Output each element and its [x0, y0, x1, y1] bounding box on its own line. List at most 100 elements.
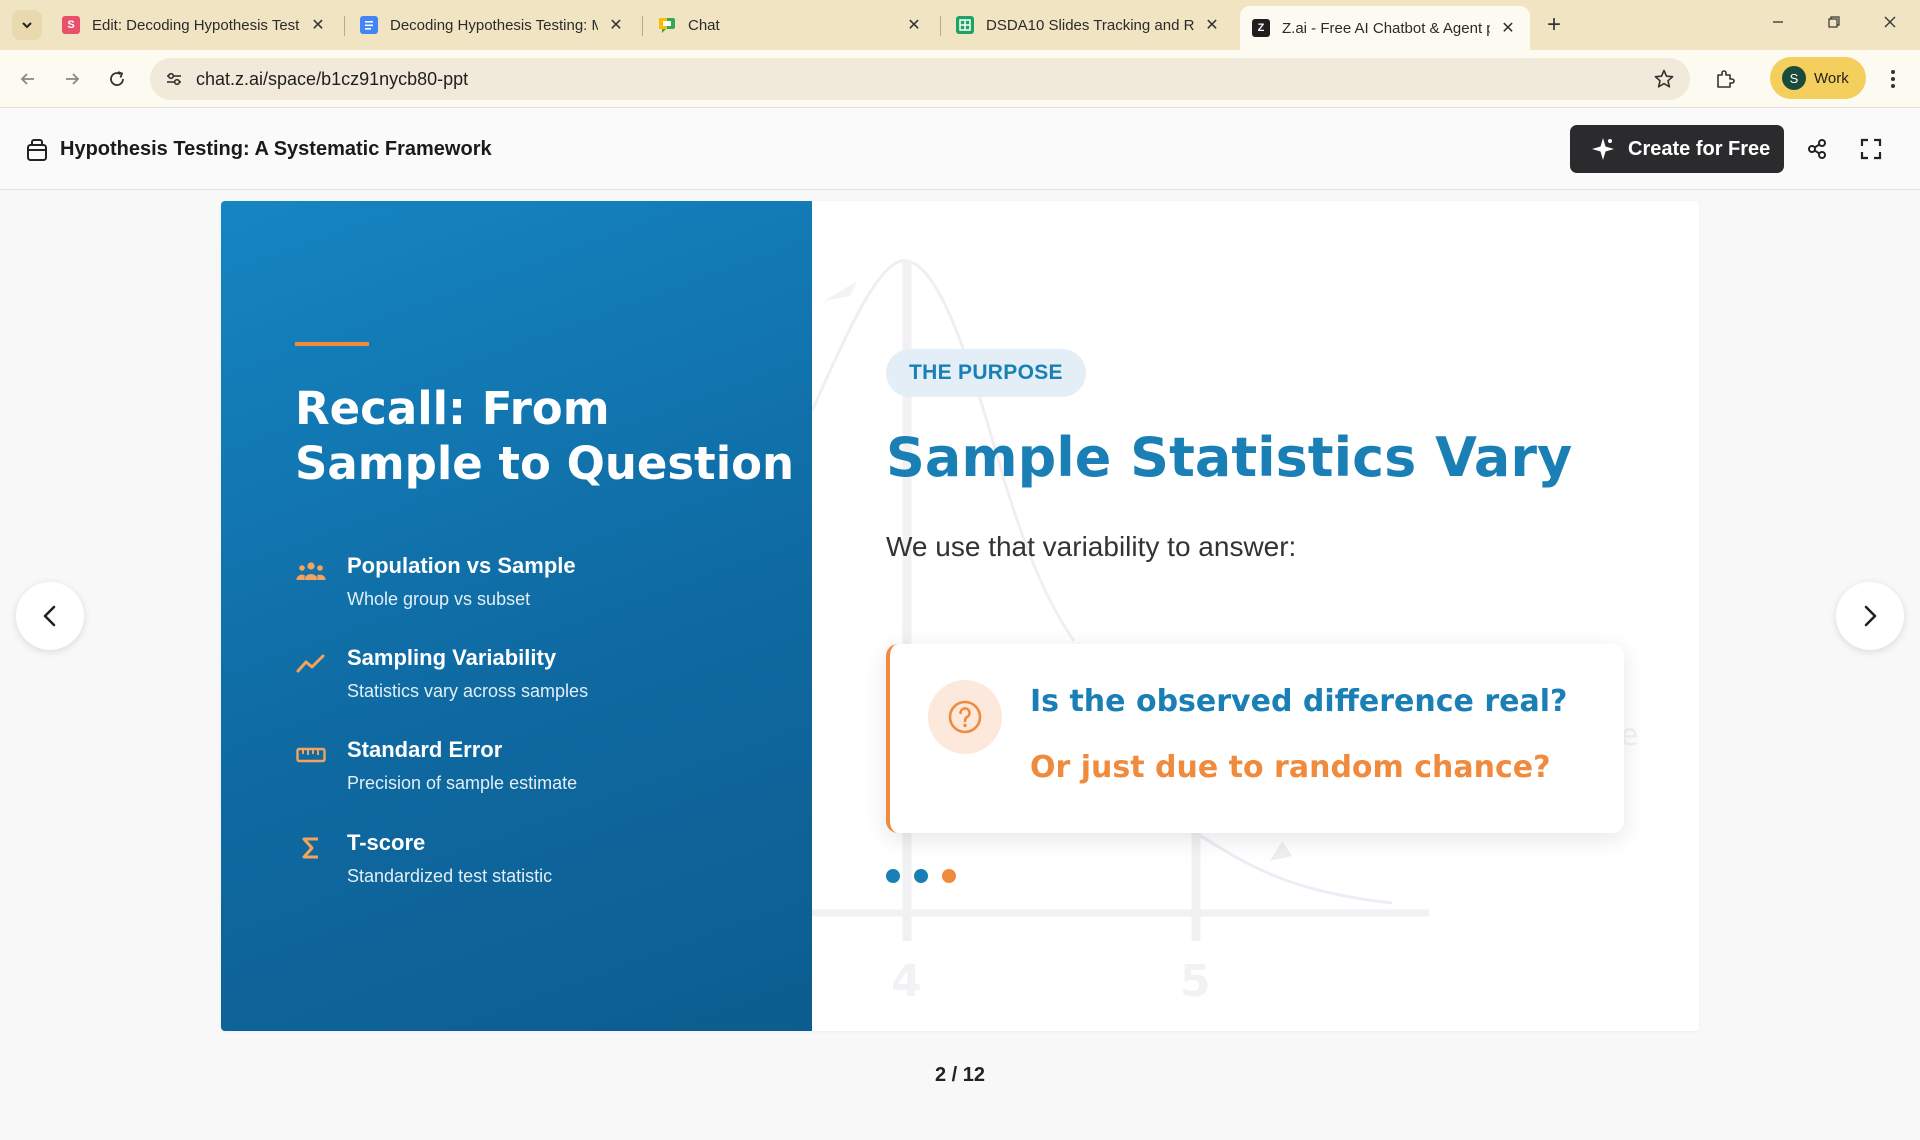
chevron-left-icon [43, 605, 56, 627]
tab-search-button[interactable] [12, 10, 42, 40]
fullscreen-button[interactable] [1856, 134, 1886, 164]
slide-heading: Sample Statistics Vary [886, 426, 1573, 489]
background-distribution-illustration: 4 5 e [812, 259, 1638, 1007]
sparkle-icon [1592, 138, 1614, 160]
tab-title: Chat [688, 16, 720, 34]
profile-chip[interactable]: S Work [1770, 57, 1866, 99]
feature-name: T-score [347, 830, 426, 855]
browser-tabstrip: S Edit: Decoding Hypothesis Testi ✕ Deco… [0, 0, 1920, 50]
feature-name: Sampling Variability [347, 645, 557, 670]
google-chat-icon [658, 16, 676, 34]
bg-axis-label: 5 [1180, 956, 1211, 1007]
feature-name: Population vs Sample [347, 553, 576, 578]
trend-line-icon [295, 649, 327, 677]
left-panel-title: Recall: From Sample to Question [295, 382, 795, 490]
browser-toolbar: chat.z.ai/space/b1cz91nycb80-ppt S Work [0, 50, 1920, 108]
arrow-right-icon [66, 73, 80, 85]
slide-left-panel: Recall: From Sample to Question Populati… [221, 201, 812, 1031]
create-for-free-button[interactable]: Create for Free [1570, 125, 1784, 173]
browser-menu-button[interactable] [1878, 64, 1908, 94]
slide-canvas: Recall: From Sample to Question Populati… [221, 201, 1699, 1031]
feature-item: T-score Standardized test statistic [295, 830, 775, 900]
extensions-button[interactable] [1710, 64, 1740, 94]
close-icon[interactable]: ✕ [606, 15, 626, 35]
new-tab-button[interactable]: + [1540, 12, 1568, 40]
more-vertical-icon [1891, 70, 1895, 88]
close-icon[interactable]: ✕ [1498, 18, 1518, 38]
close-icon [1884, 16, 1896, 28]
dot [914, 869, 928, 883]
docs-icon [360, 16, 378, 34]
tab-edit-slides[interactable]: S Edit: Decoding Hypothesis Testi ✕ [50, 6, 340, 44]
tab-google-doc[interactable]: Decoding Hypothesis Testing: M ✕ [348, 6, 638, 44]
bg-axis-label: 4 [891, 956, 922, 1007]
close-icon[interactable]: ✕ [308, 15, 328, 35]
sigma-icon [295, 834, 327, 862]
ruler-icon [295, 741, 327, 769]
briefcase-icon [27, 139, 47, 161]
section-tag: THE PURPOSE [886, 349, 1086, 397]
minimize-icon [1773, 21, 1783, 23]
next-slide-button[interactable] [1836, 582, 1904, 650]
close-icon[interactable]: ✕ [904, 15, 924, 35]
address-bar[interactable]: chat.z.ai/space/b1cz91nycb80-ppt [150, 58, 1690, 100]
people-icon [295, 557, 327, 585]
question-secondary: Or just due to random chance? [1030, 750, 1551, 785]
tab-separator [344, 16, 345, 36]
slide-right-panel: 4 5 e THE PURPOSE Sample Statistics Vary… [812, 201, 1699, 1031]
tab-title: Z.ai - Free AI Chatbot & Agent p [1282, 19, 1490, 37]
feature-item: Sampling Variability Statistics vary acr… [295, 645, 775, 715]
restore-icon [1828, 16, 1840, 28]
tab-separator [940, 16, 941, 36]
accent-divider [295, 342, 369, 346]
feature-item: Population vs Sample Whole group vs subs… [295, 553, 775, 623]
feature-item: Standard Error Precision of sample estim… [295, 737, 775, 807]
dot [886, 869, 900, 883]
feature-description: Standardized test statistic [347, 866, 553, 886]
minimize-button[interactable] [1758, 10, 1798, 40]
slide-counter: 2 / 12 [934, 1064, 986, 1086]
sheets-icon [956, 16, 974, 34]
feature-description: Precision of sample estimate [347, 773, 578, 793]
forward-button[interactable] [57, 64, 87, 94]
question-card: Is the observed difference real? Or just… [886, 644, 1624, 833]
back-button[interactable] [13, 64, 43, 94]
slide-subtitle: We use that variability to answer: [886, 531, 1297, 562]
tab-title: Decoding Hypothesis Testing: M [390, 16, 598, 34]
reload-button[interactable] [102, 64, 132, 94]
arrow-left-icon [20, 73, 34, 85]
question-primary: Is the observed difference real? [1030, 684, 1568, 719]
chevron-down-icon [22, 22, 32, 29]
decorative-dots [886, 869, 970, 883]
tab-title: DSDA10 Slides Tracking and Re [986, 16, 1194, 34]
previous-slide-button[interactable] [16, 582, 84, 650]
dot [942, 869, 956, 883]
window-close-button[interactable] [1870, 10, 1910, 40]
tab-chat[interactable]: Chat ✕ [646, 6, 936, 44]
tab-title: Edit: Decoding Hypothesis Testi [92, 16, 300, 34]
zai-icon: Z [1252, 19, 1270, 37]
bookmark-star-icon[interactable] [1652, 67, 1676, 91]
restore-button[interactable] [1814, 10, 1854, 40]
app-header: Hypothesis Testing: A Systematic Framewo… [0, 108, 1920, 190]
fullscreen-icon [1860, 138, 1882, 160]
question-circle-icon [928, 680, 1002, 754]
profile-label: Work [1814, 69, 1849, 87]
feature-description: Statistics vary across samples [347, 681, 589, 701]
page-title: Hypothesis Testing: A Systematic Framewo… [60, 138, 492, 160]
slides-s-icon: S [62, 16, 80, 34]
tab-separator [642, 16, 643, 36]
site-info-icon[interactable] [162, 67, 186, 91]
tab-sheets[interactable]: DSDA10 Slides Tracking and Re ✕ [944, 6, 1234, 44]
tab-zai[interactable]: Z Z.ai - Free AI Chatbot & Agent p ✕ [1240, 6, 1530, 50]
avatar: S [1782, 66, 1806, 90]
url-text: chat.z.ai/space/b1cz91nycb80-ppt [196, 69, 469, 89]
close-icon[interactable]: ✕ [1202, 15, 1222, 35]
puzzle-icon [1717, 70, 1735, 88]
feature-name: Standard Error [347, 737, 503, 762]
reload-icon [110, 71, 124, 86]
feature-description: Whole group vs subset [347, 589, 531, 609]
chevron-right-icon [1864, 605, 1877, 627]
create-button-label: Create for Free [1628, 137, 1771, 160]
share-button[interactable] [1802, 134, 1832, 164]
